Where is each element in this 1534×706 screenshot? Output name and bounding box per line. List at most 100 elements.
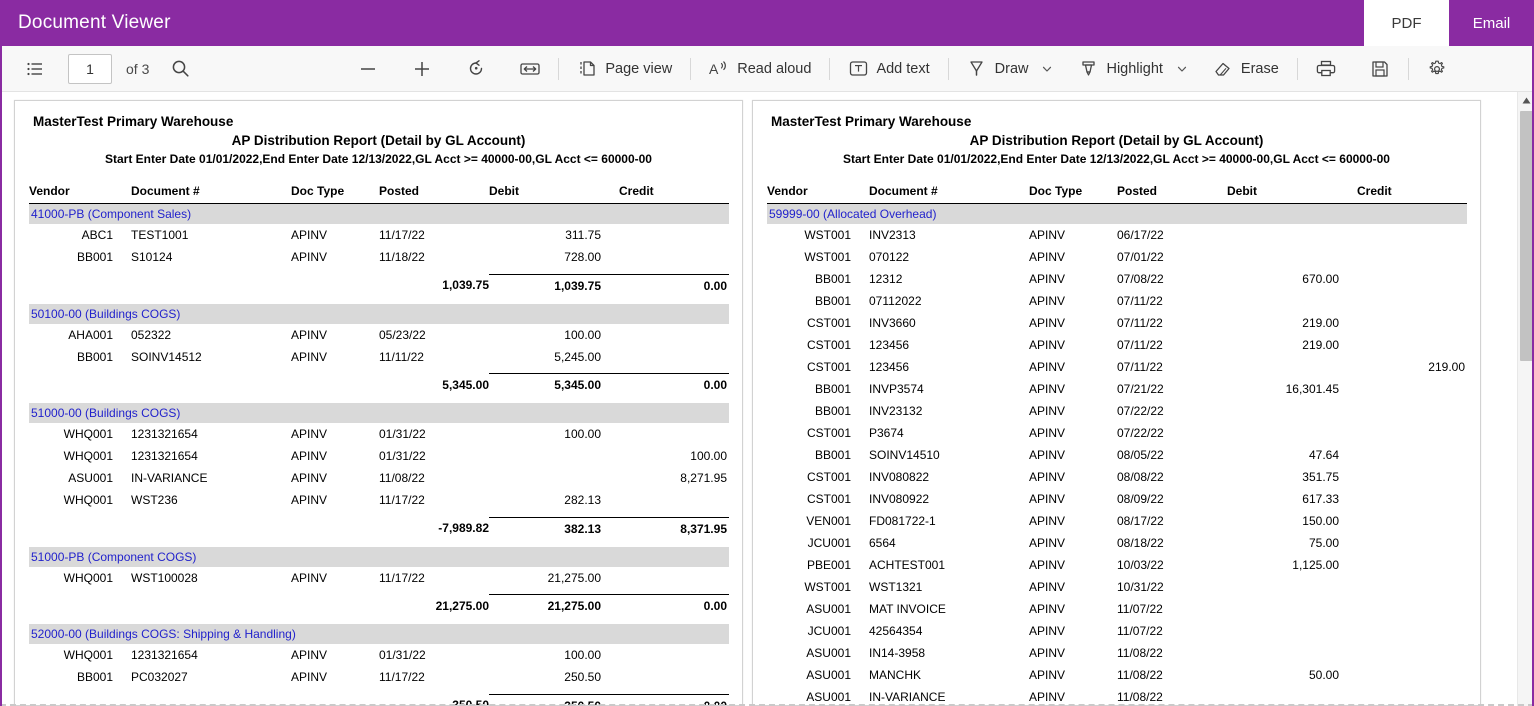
table-row: CST001 INV080822 APINV 08/08/22 351.75 <box>767 466 1467 488</box>
cell-posted: 07/22/22 <box>1117 426 1164 440</box>
cell-vendor: BB001 <box>814 294 851 308</box>
cell-posted: 07/11/22 <box>1117 316 1163 330</box>
table-row: ASU001 MAT INVOICE APINV 11/07/22 <box>767 598 1467 620</box>
cell-posted: 11/08/22 <box>1117 668 1163 682</box>
table-row: ASU001 IN-VARIANCE APINV 11/08/22 8,271.95 <box>29 467 729 489</box>
cell-posted: 11/07/22 <box>1117 602 1163 616</box>
cell-debit <box>1227 400 1357 422</box>
highlight-options-caret[interactable] <box>1172 54 1192 84</box>
table-row: BB001 12312 APINV 07/08/22 670.00 <box>767 268 1467 290</box>
cell-vendor: BB001 <box>814 404 851 418</box>
erase-button[interactable]: Erase <box>1204 53 1288 85</box>
draw-options-caret[interactable] <box>1037 54 1057 84</box>
zoom-out-button[interactable] <box>349 53 387 85</box>
zoom-in-button[interactable] <box>403 53 441 85</box>
cell-document: INV2313 <box>869 228 916 242</box>
app-title: Document Viewer <box>18 12 171 33</box>
cell-debit: 219.00 <box>1302 316 1339 330</box>
cell-posted: 07/21/22 <box>1117 382 1164 396</box>
fit-to-width-button[interactable] <box>511 53 549 85</box>
add-text-label: Add text <box>876 60 930 77</box>
cell-document: WST236 <box>131 493 178 507</box>
table-row: WST001 070122 APINV 07/01/22 <box>767 246 1467 268</box>
cell-vendor: WST001 <box>804 580 851 594</box>
tab-email[interactable]: Email <box>1449 0 1534 46</box>
column-header-document: Document # <box>869 184 938 198</box>
vertical-scrollbar[interactable] <box>1517 92 1534 706</box>
cell-credit-total: 0.00 <box>619 693 729 705</box>
table-row: ASU001 IN14-3958 APINV 11/08/22 <box>767 642 1467 664</box>
cell-debit-total: 21,275.00 <box>489 594 619 617</box>
page-view-button[interactable]: Page view <box>568 53 681 85</box>
rotate-button[interactable] <box>457 53 495 85</box>
cell-debit <box>1227 422 1357 444</box>
cell-vendor: BB001 <box>76 250 113 264</box>
cell-debit <box>1227 576 1357 598</box>
minus-icon <box>358 59 378 79</box>
cell-credit <box>1357 532 1467 554</box>
settings-button[interactable] <box>1418 53 1456 85</box>
highlight-button[interactable]: Highlight <box>1069 53 1171 85</box>
cell-posted: 07/11/22 <box>1117 294 1163 308</box>
table-header-row: Vendor Document # Doc Type Posted Debit Credi… <box>767 184 1467 204</box>
table-row: CST001 123456 APINV 07/11/22 219.00 <box>767 356 1467 378</box>
cell-doctype: APINV <box>291 250 328 264</box>
cell-debit: 670.00 <box>1302 272 1339 286</box>
cell-debit: 311.75 <box>565 228 601 242</box>
group-total-row: 21,275.00 21,275.00 0.00 <box>29 594 729 617</box>
cell-credit <box>1357 224 1467 246</box>
cell-vendor: WHQ001 <box>63 493 113 507</box>
cell-doctype: APINV <box>1029 514 1066 528</box>
cell-credit <box>619 567 729 589</box>
group-spacer <box>29 540 729 547</box>
cell-vendor: CST001 <box>806 470 851 484</box>
cell-doctype: APINV <box>291 493 328 507</box>
cell-vendor: WHQ001 <box>63 648 113 662</box>
report-table: Vendor Document # Doc Type Posted Debit Credi… <box>29 184 729 705</box>
cell-vendor: PBE001 <box>806 558 851 572</box>
cell-debit: 351.75 <box>1302 470 1339 484</box>
cell-document: WST100028 <box>131 570 198 585</box>
cell-vendor: ASU001 <box>806 646 851 660</box>
cell-debit: 250.50 <box>564 670 601 684</box>
pdf-viewer-area[interactable]: MasterTest Primary Warehouse AP Distribu… <box>0 92 1534 706</box>
highlighter-icon <box>1078 59 1098 79</box>
table-row: WHQ001 WST100028 APINV 11/17/22 21,275.00 <box>29 567 729 589</box>
tab-pdf[interactable]: PDF <box>1364 0 1449 46</box>
cell-net-total: -7,989.82 <box>438 521 489 535</box>
add-text-button[interactable]: Add text <box>839 53 938 85</box>
scrollbar-thumb[interactable] <box>1520 111 1533 361</box>
cell-document: 1231321654 <box>131 449 198 463</box>
cell-posted: 01/31/22 <box>379 449 426 463</box>
page-number-input[interactable] <box>68 53 112 84</box>
print-button[interactable] <box>1307 53 1345 85</box>
search-button[interactable] <box>161 53 199 85</box>
thumbnails-button[interactable] <box>16 53 54 85</box>
draw-button[interactable]: Draw <box>958 53 1038 85</box>
cell-doctype: APINV <box>291 349 328 364</box>
read-aloud-button[interactable]: A Read aloud <box>700 53 820 85</box>
cell-doctype: APINV <box>291 471 328 485</box>
cell-credit <box>619 246 729 268</box>
column-header-posted: Posted <box>1117 184 1158 198</box>
cell-debit: 617.33 <box>1302 492 1339 506</box>
scroll-up-arrow-icon[interactable] <box>1518 92 1534 109</box>
cell-debit: 728.00 <box>564 250 601 264</box>
cell-credit <box>619 224 729 246</box>
cell-vendor: ABC1 <box>81 228 113 242</box>
column-header-document: Document # <box>131 184 200 198</box>
table-row: WHQ001 1231321654 APINV 01/31/22 100.00 <box>29 445 729 467</box>
cell-doctype: APINV <box>1029 250 1066 264</box>
group-total-row: 1,039.75 1,039.75 0.00 <box>29 273 729 297</box>
list-view-icon <box>25 59 45 79</box>
cell-debit-total: 382.13 <box>489 516 619 540</box>
cell-net-total: 21,275.00 <box>435 598 489 613</box>
chevron-down-icon <box>1043 66 1052 72</box>
save-button[interactable] <box>1361 53 1399 85</box>
erase-label: Erase <box>1240 60 1279 77</box>
table-header-row: Vendor Document # Doc Type Posted Debit Credi… <box>29 184 729 204</box>
cell-vendor: ASU001 <box>68 471 113 485</box>
table-row: BB001 07112022 APINV 07/11/22 <box>767 290 1467 312</box>
cell-posted: 01/31/22 <box>379 648 426 662</box>
cell-doctype: APINV <box>1029 536 1066 550</box>
